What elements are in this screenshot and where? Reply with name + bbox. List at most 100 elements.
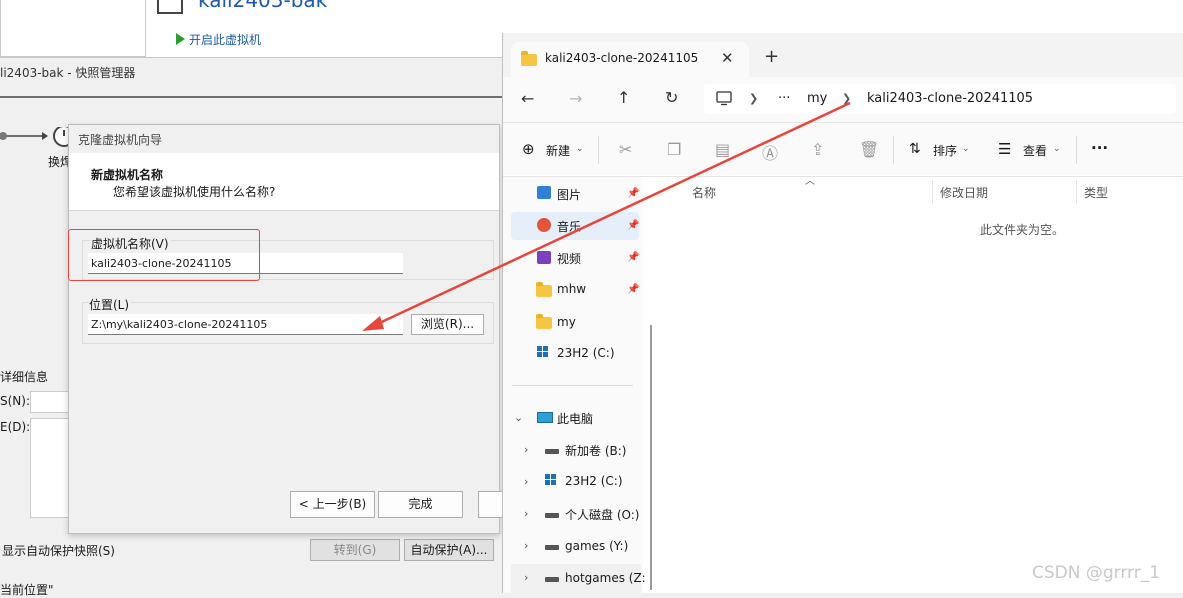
nav-item-b-drive[interactable]: 新加卷 (B:): [565, 442, 626, 459]
pictures-icon: [537, 186, 551, 199]
breadcrumb-my[interactable]: my: [807, 91, 827, 106]
toolbar-divider: [598, 136, 599, 164]
copy-icon[interactable]: ❐: [667, 140, 681, 159]
vmware-library-panel: [0, 0, 146, 57]
show-autoprotect-checkbox[interactable]: 显示自动保护快照(S): [2, 542, 115, 559]
new-tab-icon[interactable]: +: [764, 46, 779, 67]
nav-divider: [512, 385, 633, 386]
tab-close-icon[interactable]: ✕: [721, 49, 734, 67]
autoprotect-button[interactable]: 自动保护(A)...: [404, 539, 494, 561]
location-input[interactable]: [88, 314, 403, 335]
nav-item-o-drive[interactable]: 个人磁盘 (O:): [565, 506, 639, 523]
nav-item-mhw[interactable]: mhw: [557, 282, 586, 296]
nav-item-my[interactable]: my: [557, 315, 576, 329]
snapshot-manager-title: li2403-bak - 快照管理器: [0, 66, 136, 80]
pin-icon: 📌: [627, 284, 640, 295]
snapshot-desc-field[interactable]: [30, 418, 72, 518]
sort-icon: ⇅: [909, 141, 921, 157]
nav-item-z-drive[interactable]: hotgames (Z:: [565, 571, 646, 585]
delete-icon[interactable]: 🗑: [859, 140, 879, 159]
back-button[interactable]: < 上一步(B): [290, 491, 375, 518]
chevron-down-icon[interactable]: ⌄: [514, 411, 523, 424]
folder-icon: [536, 282, 552, 297]
start-vm-label: 开启此虚拟机: [189, 33, 262, 47]
nav-item-c-drive[interactable]: 23H2 (C:): [557, 346, 615, 360]
pin-icon: 📌: [627, 220, 640, 231]
chevron-right-icon[interactable]: ›: [524, 571, 528, 584]
nav-item-this-pc[interactable]: 此电脑: [557, 410, 593, 427]
column-header-type[interactable]: 类型: [1084, 184, 1108, 201]
windows-drive-icon: [545, 474, 557, 486]
paste-icon[interactable]: ▤: [715, 140, 730, 159]
monitor-icon: [716, 91, 732, 106]
breadcrumb-more[interactable]: ···: [778, 91, 790, 106]
column-header-name[interactable]: 名称: [692, 184, 716, 201]
nav-scrollbar[interactable]: [650, 325, 652, 590]
chevron-right-icon[interactable]: ›: [524, 475, 528, 488]
vm-title: kali2403-bak: [198, 0, 328, 12]
share-icon[interactable]: ⇪: [811, 140, 824, 159]
snapshot-divider: [0, 96, 502, 98]
pin-icon: 📌: [627, 188, 640, 199]
drive-icon: [545, 513, 559, 518]
back-arrow-icon[interactable]: ←: [521, 89, 534, 108]
current-location-text: 当前位置": [0, 583, 54, 597]
new-plus-icon: ⊕: [522, 140, 535, 158]
column-divider[interactable]: [1076, 180, 1077, 204]
snapshot-name-field[interactable]: [30, 391, 72, 413]
chevron-down-icon: ⌄: [962, 144, 970, 154]
nav-item-c-drive-pc[interactable]: 23H2 (C:): [565, 474, 623, 488]
wizard-heading: 新虚拟机名称: [91, 168, 164, 182]
chevron-right-icon[interactable]: ›: [524, 443, 528, 456]
chevron-right-icon: ❯: [842, 92, 852, 105]
highlight-box: [68, 229, 260, 281]
tab-title: kali2403-clone-20241105: [545, 51, 699, 65]
wizard-subheading: 您希望该虚拟机使用什么名称?: [113, 185, 276, 199]
goto-button[interactable]: 转到(G): [310, 539, 400, 561]
drive-icon: [545, 545, 559, 550]
browse-button[interactable]: 浏览(R)...: [411, 314, 484, 335]
sort-up-icon: ︿: [805, 176, 815, 187]
start-vm-link[interactable]: 开启此虚拟机: [176, 31, 261, 48]
refresh-icon[interactable]: ↻: [665, 88, 678, 107]
view-button[interactable]: 查看: [1023, 142, 1047, 159]
nav-item-y-drive[interactable]: games (Y:): [565, 539, 628, 553]
computer-icon: [537, 412, 553, 423]
details-heading: 详细信息: [0, 370, 49, 384]
drive-icon: [545, 577, 559, 582]
chevron-right-icon[interactable]: ›: [524, 539, 528, 552]
music-icon: [537, 218, 551, 232]
nav-item-pictures[interactable]: 图片: [557, 186, 581, 203]
column-divider[interactable]: [932, 180, 933, 204]
empty-folder-message: 此文件夹为空。: [980, 223, 1065, 237]
rename-icon[interactable]: Ⓐ: [762, 140, 778, 164]
pin-icon: 📌: [627, 252, 640, 263]
location-label: 位置(L): [89, 296, 132, 313]
nav-item-videos[interactable]: 视频: [557, 250, 581, 267]
sort-button[interactable]: 排序: [933, 142, 957, 159]
snapshot-name-label: S(N):: [0, 394, 30, 408]
chevron-down-icon: ⌄: [576, 144, 584, 154]
chevron-right-icon: ❯: [749, 92, 759, 105]
finish-button[interactable]: 完成: [378, 491, 463, 518]
cut-icon[interactable]: ✂: [619, 140, 632, 159]
vm-icon: [157, 0, 183, 14]
wizard-title: 克隆虚拟机向导: [78, 133, 163, 147]
chevron-down-icon: ⌄: [1053, 144, 1061, 154]
breadcrumb-current[interactable]: kali2403-clone-20241105: [867, 91, 1033, 106]
up-arrow-icon[interactable]: ↑: [617, 88, 630, 107]
view-icon: ☰: [998, 140, 1012, 158]
new-button[interactable]: 新建: [546, 142, 570, 159]
play-icon: [176, 33, 185, 45]
snapshot-desc-label: E(D):: [0, 420, 31, 434]
windows-drive-icon: [537, 346, 549, 358]
folder-icon: [536, 314, 552, 329]
more-options-button[interactable]: ···: [1091, 139, 1108, 157]
column-header-date[interactable]: 修改日期: [940, 184, 988, 201]
nav-item-music[interactable]: 音乐: [557, 218, 581, 235]
chevron-right-icon[interactable]: ›: [524, 507, 528, 520]
toolbar-divider: [1076, 136, 1077, 164]
forward-arrow-icon[interactable]: →: [569, 89, 582, 108]
toolbar-divider: [893, 136, 894, 164]
folder-icon: [521, 51, 537, 66]
